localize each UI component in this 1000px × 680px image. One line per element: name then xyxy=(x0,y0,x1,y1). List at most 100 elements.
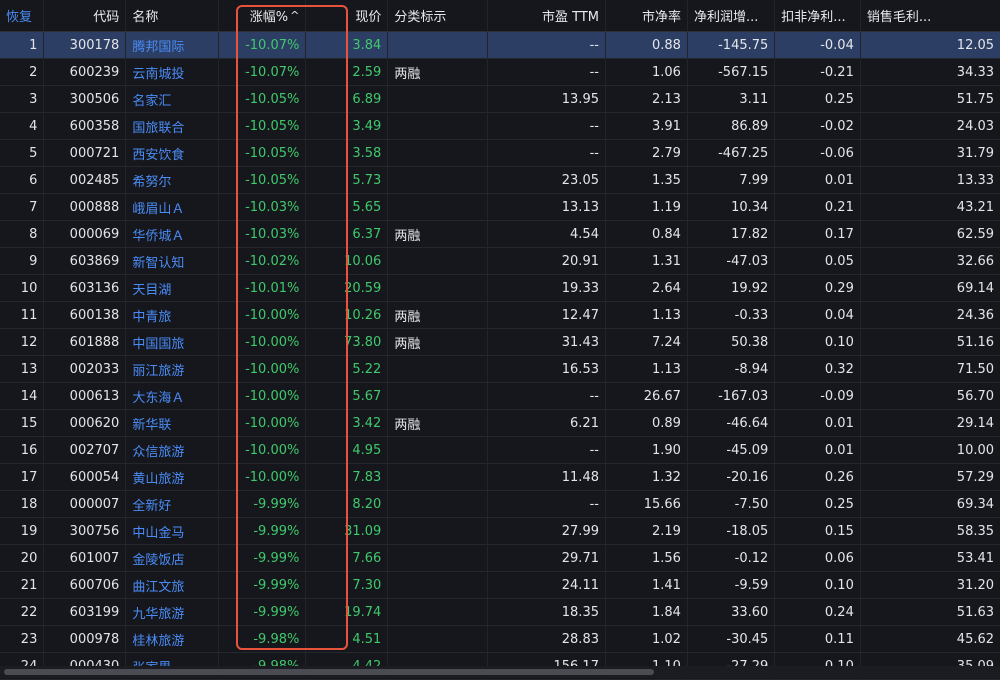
stock-name[interactable]: 中青旅 xyxy=(126,302,220,328)
column-header-change-label: 涨幅% xyxy=(249,10,289,25)
stock-name[interactable]: 桂林旅游 xyxy=(126,626,220,652)
netprofit-growth: -45.09 xyxy=(688,437,776,463)
deducted-netprofit: 0.29 xyxy=(775,275,861,301)
stock-name[interactable]: 众信旅游 xyxy=(126,437,220,463)
current-price: 2.59 xyxy=(306,59,389,85)
table-row[interactable]: 20 601007 金陵饭店 -9.99% 7.66 29.71 1.56 -0.12 0.06… xyxy=(0,545,1000,572)
stock-name[interactable]: 丽江旅游 xyxy=(126,356,220,382)
stock-name[interactable]: 黄山旅游 xyxy=(126,464,220,490)
category-tag xyxy=(388,356,489,382)
column-header-netprofit-growth[interactable]: 净利润增... xyxy=(688,0,776,31)
horizontal-scrollbar-thumb[interactable] xyxy=(4,669,654,675)
deducted-netprofit: 0.11 xyxy=(775,626,861,652)
stock-name[interactable]: 西安饮食 xyxy=(126,140,220,166)
stock-name[interactable]: 曲江文旅 xyxy=(126,572,220,598)
column-header-deducted-netprofit[interactable]: 扣非净利... xyxy=(775,0,861,31)
table-row[interactable]: 3 300506 名家汇 -10.05% 6.89 13.95 2.13 3.11 0.25 51… xyxy=(0,86,1000,113)
stock-name[interactable]: 大东海Ａ xyxy=(126,383,220,409)
current-price: 3.42 xyxy=(306,410,389,436)
pe-ttm: 13.95 xyxy=(488,86,606,112)
gross-margin: 34.33 xyxy=(956,64,995,80)
column-header-category[interactable]: 分类标示 xyxy=(388,0,489,31)
column-header-change[interactable]: 涨幅% ^ xyxy=(219,0,307,31)
pe-ttm: -- xyxy=(488,32,606,58)
table-row[interactable]: 22 603199 九华旅游 -9.99% 19.74 18.35 1.84 33.60 0.2… xyxy=(0,599,1000,626)
current-price: 8.20 xyxy=(306,491,389,517)
column-header-name[interactable]: 名称 xyxy=(126,0,220,31)
stock-name[interactable]: 新华联 xyxy=(126,410,220,436)
table-row[interactable]: 14 000613 大东海Ａ -10.00% 5.67 -- 26.67 -167.03 -0.… xyxy=(0,383,1000,410)
stock-name[interactable]: 全新好 xyxy=(126,491,220,517)
table-row[interactable]: 7 000888 峨眉山Ａ -10.03% 5.65 13.13 1.19 10.34 0.21… xyxy=(0,194,1000,221)
table-row[interactable]: 1 300178 腾邦国际 -10.07% 3.84 -- 0.88 -145.75 -0.04… xyxy=(0,32,1000,59)
stock-name[interactable]: 中山金马 xyxy=(126,518,220,544)
pb-ratio: 1.32 xyxy=(606,464,688,490)
change-percent: -10.03% xyxy=(219,194,307,220)
table-row[interactable]: 10 603136 天目湖 -10.01% 20.59 19.33 2.64 19.92 0.2… xyxy=(0,275,1000,302)
pb-ratio: 1.02 xyxy=(606,626,688,652)
current-price: 10.26 xyxy=(306,302,389,328)
table-row[interactable]: 6 002485 希努尔 -10.05% 5.73 23.05 1.35 7.99 0.01 13… xyxy=(0,167,1000,194)
table-row[interactable]: 13 002033 丽江旅游 -10.00% 5.22 16.53 1.13 -8.94 0.3… xyxy=(0,356,1000,383)
pe-ttm: -- xyxy=(488,113,606,139)
stock-name[interactable]: 国旅联合 xyxy=(126,113,220,139)
row-index: 20 xyxy=(0,545,45,571)
table-row[interactable]: 17 600054 黄山旅游 -10.00% 7.83 11.48 1.32 -20.16 0.… xyxy=(0,464,1000,491)
table-row[interactable]: 15 000620 新华联 -10.00% 3.42 两融 6.21 0.89 -46.64 0.… xyxy=(0,410,1000,437)
stock-code: 603869 xyxy=(44,248,127,274)
change-percent: -10.00% xyxy=(219,410,307,436)
current-price: 31.09 xyxy=(306,518,389,544)
pe-ttm: 19.33 xyxy=(488,275,606,301)
pb-ratio: 2.19 xyxy=(606,518,688,544)
stock-name[interactable]: 华侨城Ａ xyxy=(126,221,220,247)
netprofit-growth: 7.99 xyxy=(688,167,776,193)
column-header-code[interactable]: 代码 xyxy=(44,0,127,31)
column-header-pb[interactable]: 市净率 xyxy=(606,0,688,31)
stock-name[interactable]: 新智认知 xyxy=(126,248,220,274)
stock-name[interactable]: 腾邦国际 xyxy=(126,32,220,58)
table-row[interactable]: 21 600706 曲江文旅 -9.99% 7.30 24.11 1.41 -9.59 0.10… xyxy=(0,572,1000,599)
change-percent: -9.99% xyxy=(219,518,307,544)
table-row[interactable]: 2 600239 云南城投 -10.07% 2.59 两融 -- 1.06 -567.15 -0.… xyxy=(0,59,1000,86)
table-row[interactable]: 9 603869 新智认知 -10.02% 10.06 20.91 1.31 -47.03 0.… xyxy=(0,248,1000,275)
row-index: 4 xyxy=(0,113,45,139)
table-row[interactable]: 12 601888 中国国旅 -10.00% 73.80 两融 31.43 7.24 50.38… xyxy=(0,329,1000,356)
column-header-pe[interactable]: 市盈 TTM xyxy=(488,0,606,31)
stock-name[interactable]: 峨眉山Ａ xyxy=(126,194,220,220)
column-header-price[interactable]: 现价 xyxy=(306,0,389,31)
table-row[interactable]: 11 600138 中青旅 -10.00% 10.26 两融 12.47 1.13 -0.33 0… xyxy=(0,302,1000,329)
stock-name[interactable]: 名家汇 xyxy=(126,86,220,112)
stock-name[interactable]: 天目湖 xyxy=(126,275,220,301)
table-row[interactable]: 16 002707 众信旅游 -10.00% 4.95 -- 1.90 -45.09 0.01 1… xyxy=(0,437,1000,464)
table-row[interactable]: 23 000978 桂林旅游 -9.98% 4.51 28.83 1.02 -30.45 0.1… xyxy=(0,626,1000,653)
gross-margin: 69.14 xyxy=(956,280,995,296)
stock-code: 000620 xyxy=(44,410,127,436)
stock-name[interactable]: 希努尔 xyxy=(126,167,220,193)
table-row[interactable]: 4 600358 国旅联合 -10.05% 3.49 -- 3.91 86.89 -0.02 24… xyxy=(0,113,1000,140)
deducted-netprofit: 0.01 xyxy=(775,167,861,193)
table-row[interactable]: 8 000069 华侨城Ａ -10.03% 6.37 两融 4.54 0.84 17.82 0.1… xyxy=(0,221,1000,248)
stock-name[interactable]: 中国国旅 xyxy=(126,329,220,355)
restore-sort-button[interactable]: 恢复 xyxy=(0,0,45,31)
column-header-gross-margin[interactable]: 销售毛利... xyxy=(861,0,1000,31)
table-row[interactable]: 19 300756 中山金马 -9.99% 31.09 27.99 2.19 -18.05 0.… xyxy=(0,518,1000,545)
table-row[interactable]: 5 000721 西安饮食 -10.05% 3.58 -- 2.79 -467.25 -0.06… xyxy=(0,140,1000,167)
row-index: 11 xyxy=(0,302,45,328)
deducted-netprofit: 0.10 xyxy=(775,329,861,355)
stock-name[interactable]: 九华旅游 xyxy=(126,599,220,625)
row-index: 16 xyxy=(0,437,45,463)
pb-ratio: 2.64 xyxy=(606,275,688,301)
category-tag xyxy=(388,86,489,112)
table-row[interactable]: 18 000007 全新好 -9.99% 8.20 -- 15.66 -7.50 0.25 69.… xyxy=(0,491,1000,518)
horizontal-scrollbar[interactable] xyxy=(0,666,1000,678)
pb-ratio: 1.35 xyxy=(606,167,688,193)
category-tag: 两融 xyxy=(388,59,489,85)
stock-name[interactable]: 云南城投 xyxy=(126,59,220,85)
stock-name[interactable]: 金陵饭店 xyxy=(126,545,220,571)
netprofit-growth: 10.34 xyxy=(688,194,776,220)
pb-ratio: 1.56 xyxy=(606,545,688,571)
pe-ttm: 4.54 xyxy=(488,221,606,247)
stock-code: 600706 xyxy=(44,572,127,598)
current-price: 73.80 xyxy=(306,329,389,355)
pe-ttm: 11.48 xyxy=(488,464,606,490)
